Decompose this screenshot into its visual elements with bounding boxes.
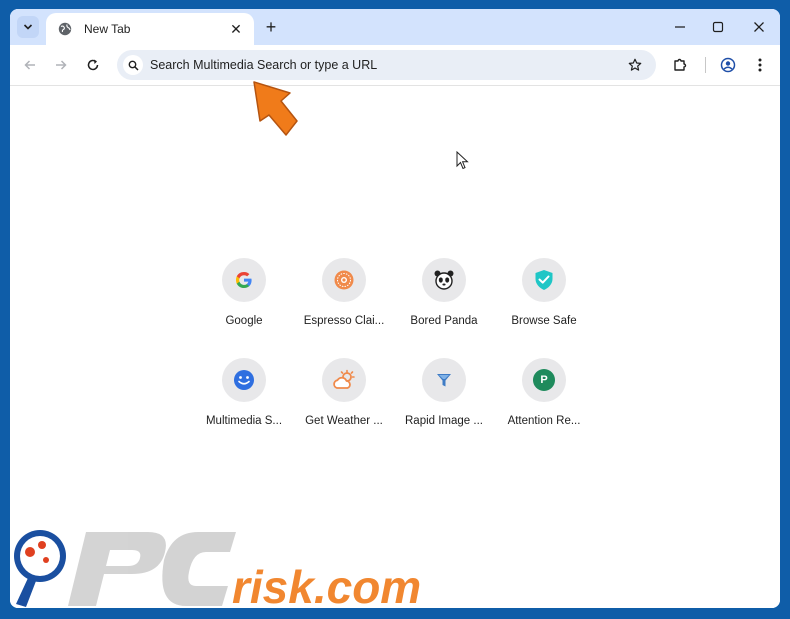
chevron-down-icon	[23, 24, 33, 30]
shortcut-label: Attention Re...	[507, 415, 581, 427]
shortcut-label: Rapid Image ...	[405, 415, 483, 427]
shortcut-label: Bored Panda	[410, 315, 478, 327]
maximize-icon	[712, 21, 724, 33]
shortcut-label: Espresso Clai...	[303, 315, 385, 327]
shortcut-bored-panda[interactable]: Bored Panda	[394, 258, 494, 350]
profile-button[interactable]	[716, 53, 740, 77]
new-tab-button[interactable]: +	[260, 16, 282, 38]
more-vertical-icon	[758, 58, 762, 72]
shortcut-label: Multimedia S...	[205, 415, 283, 427]
shortcut-tile	[422, 258, 466, 302]
espresso-icon	[334, 270, 354, 290]
star-icon	[628, 58, 642, 71]
shortcut-tile: P	[522, 358, 566, 402]
shortcut-tile	[522, 258, 566, 302]
forward-button[interactable]	[49, 53, 73, 77]
shortcut-tile	[422, 358, 466, 402]
reload-icon	[87, 59, 99, 71]
smiley-icon	[234, 370, 254, 390]
panda-icon	[434, 270, 454, 290]
profile-icon	[720, 57, 736, 73]
back-button[interactable]	[18, 53, 42, 77]
shortcut-label: Browse Safe	[511, 315, 577, 327]
browser-window: New Tab ✕ + Search Multimedia Search or …	[10, 9, 780, 608]
shortcut-tile	[322, 358, 366, 402]
close-icon	[754, 22, 764, 32]
tab-new-tab[interactable]: New Tab ✕	[46, 13, 254, 45]
shortcut-label: Google	[225, 315, 263, 327]
close-window-button[interactable]	[747, 16, 771, 38]
tab-close-button[interactable]: ✕	[226, 19, 246, 39]
shortcut-google[interactable]: Google	[194, 258, 294, 350]
shortcut-label: Get Weather ...	[305, 415, 383, 427]
tab-search-button[interactable]	[17, 16, 39, 38]
google-icon	[236, 272, 252, 288]
tab-strip: New Tab ✕ +	[10, 9, 780, 45]
reload-button[interactable]	[81, 53, 105, 77]
shortcut-tile	[322, 258, 366, 302]
weather-icon	[333, 369, 355, 389]
toolbar: Search Multimedia Search or type a URL	[10, 45, 780, 86]
funnel-icon	[437, 374, 451, 387]
address-bar-placeholder: Search Multimedia Search or type a URL	[150, 58, 378, 72]
shortcut-tile	[222, 358, 266, 402]
mouse-cursor-icon	[456, 151, 469, 170]
shortcut-espresso-claim[interactable]: Espresso Clai...	[294, 258, 394, 350]
bookmark-star-button[interactable]	[626, 56, 644, 74]
shortcut-browse-safe[interactable]: Browse Safe	[494, 258, 594, 350]
toolbar-divider	[705, 57, 706, 73]
address-bar[interactable]: Search Multimedia Search or type a URL	[117, 50, 656, 80]
arrow-right-icon	[56, 60, 67, 70]
shortcut-multimedia-search[interactable]: Multimedia S...	[194, 358, 294, 450]
minimize-button[interactable]	[668, 16, 692, 38]
search-icon	[123, 55, 143, 75]
shortcut-get-weather[interactable]: Get Weather ...	[294, 358, 394, 450]
shortcut-rapid-image[interactable]: Rapid Image ...	[394, 358, 494, 450]
shield-icon	[535, 270, 553, 290]
extensions-button[interactable]	[668, 53, 692, 77]
globe-icon	[58, 22, 72, 36]
new-tab-page: Google Espresso Clai... Bored Panda Brow…	[10, 86, 780, 608]
arrow-left-icon	[24, 60, 35, 70]
shortcut-tile	[222, 258, 266, 302]
maximize-button[interactable]	[706, 16, 730, 38]
shortcut-attention-reader[interactable]: P Attention Re...	[494, 358, 594, 450]
puzzle-icon	[674, 58, 687, 71]
minimize-icon	[675, 26, 685, 28]
letter-p-icon: P	[533, 369, 555, 391]
menu-button[interactable]	[748, 53, 772, 77]
tab-title: New Tab	[84, 22, 131, 36]
